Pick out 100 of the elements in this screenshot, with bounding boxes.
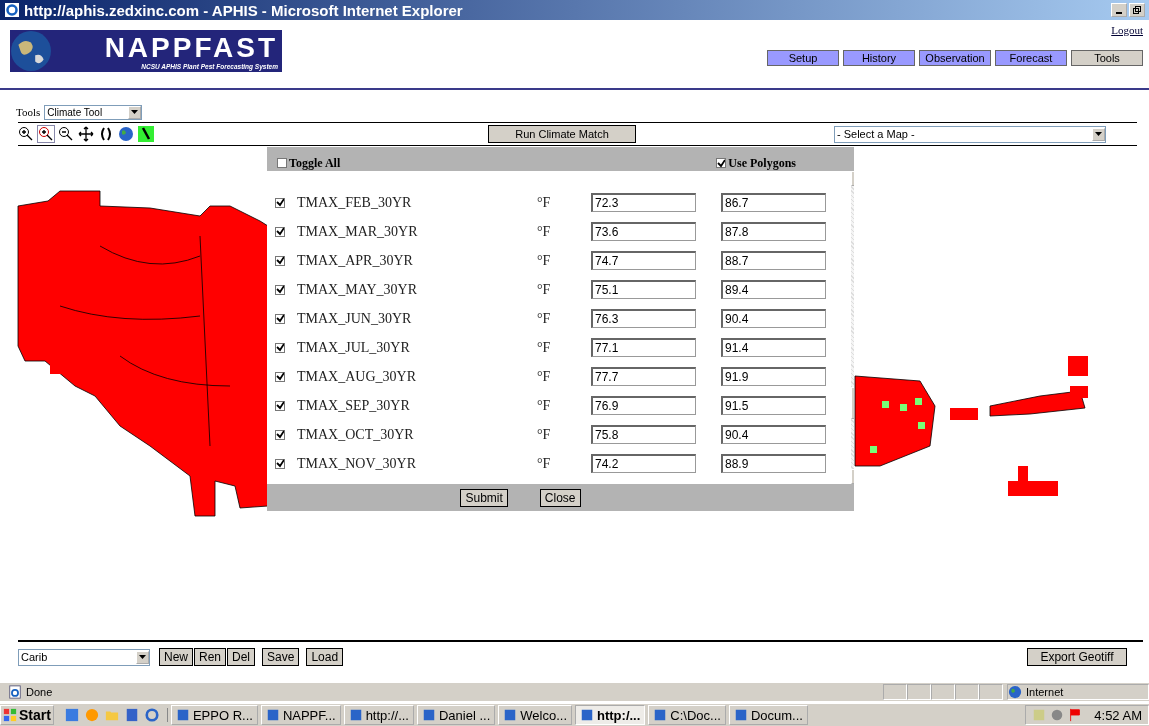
- variable-checkbox[interactable]: [275, 226, 285, 237]
- nav-tab[interactable]: Setup: [767, 50, 839, 66]
- export-geotiff-button[interactable]: Export Geotiff: [1027, 648, 1127, 666]
- min-value-field[interactable]: 77.7: [591, 367, 696, 386]
- region-action-button[interactable]: Save: [262, 648, 300, 666]
- zoom-out-icon[interactable]: [58, 126, 74, 142]
- min-value-field[interactable]: 77.1: [591, 338, 696, 357]
- document-icon[interactable]: [124, 708, 139, 722]
- dialog-button[interactable]: Close: [539, 488, 581, 507]
- nav-tab[interactable]: Tools: [1071, 50, 1143, 66]
- variable-name: TMAX_OCT_30YR: [297, 426, 415, 443]
- unit-label: °F: [537, 426, 552, 443]
- check-icon: [276, 343, 284, 352]
- max-value-field[interactable]: 88.9: [721, 454, 826, 473]
- check-icon: [276, 227, 284, 236]
- region-select[interactable]: Carib: [18, 648, 150, 666]
- globe-icon: [1008, 685, 1022, 699]
- minimize-button[interactable]: [1111, 3, 1127, 17]
- restore-icon: [1133, 6, 1141, 14]
- browser-icon: [4, 2, 20, 18]
- window-icon: [265, 708, 280, 722]
- window-icon: [175, 708, 190, 722]
- check-icon: [276, 459, 284, 468]
- variable-checkbox[interactable]: [275, 371, 285, 382]
- taskbar-item[interactable]: C:\Doc...: [648, 705, 726, 725]
- window-icon: [348, 708, 363, 722]
- zoom-box-icon[interactable]: [38, 126, 54, 142]
- restore-button[interactable]: [1129, 3, 1145, 17]
- max-value-field[interactable]: 87.8: [721, 222, 826, 241]
- min-value-field[interactable]: 75.1: [591, 280, 696, 299]
- clock: 4:52 AM: [1094, 707, 1142, 723]
- globe-icon[interactable]: [118, 126, 134, 142]
- min-value-field[interactable]: 74.7: [591, 251, 696, 270]
- variable-checkbox[interactable]: [275, 284, 285, 295]
- min-value-field[interactable]: 75.8: [591, 425, 696, 444]
- check-icon: [276, 285, 284, 294]
- taskbar-item[interactable]: http://...: [343, 705, 414, 725]
- zone-text: Internet: [1026, 686, 1064, 698]
- check-icon: [276, 430, 284, 439]
- variable-checkbox[interactable]: [275, 255, 285, 266]
- max-value-field[interactable]: 86.7: [721, 193, 826, 212]
- taskbar-item[interactable]: Welco...: [498, 705, 572, 725]
- map-select[interactable]: - Select a Map -: [834, 125, 1106, 143]
- taskbar-item[interactable]: EPPO R...: [170, 705, 258, 725]
- app-icon[interactable]: [64, 708, 79, 722]
- max-value-field[interactable]: 90.4: [721, 309, 826, 328]
- min-value-field[interactable]: 72.3: [591, 193, 696, 212]
- nav-tab[interactable]: History: [843, 50, 915, 66]
- variable-checkbox[interactable]: [275, 458, 285, 469]
- nav-tab[interactable]: Forecast: [995, 50, 1067, 66]
- variable-checkbox[interactable]: [275, 429, 285, 440]
- min-value-field[interactable]: 74.2: [591, 454, 696, 473]
- unit-label: °F: [537, 252, 552, 269]
- unit-label: °F: [537, 310, 552, 327]
- check-icon: [276, 198, 284, 207]
- variable-checkbox[interactable]: [275, 400, 285, 411]
- region-action-button[interactable]: Del: [227, 648, 256, 666]
- tool-select[interactable]: Climate Tool: [44, 104, 143, 120]
- dialog-button[interactable]: Submit: [460, 488, 508, 507]
- taskbar-item[interactable]: Docum...: [728, 705, 808, 725]
- variable-checkbox[interactable]: [275, 313, 285, 324]
- variable-checkbox[interactable]: [275, 342, 285, 353]
- unit-label: °F: [537, 281, 552, 298]
- globe-icon: [10, 30, 52, 72]
- variable-checkbox[interactable]: [275, 197, 285, 208]
- toggle-all-checkbox[interactable]: Toggle All: [277, 155, 341, 171]
- pencil-icon[interactable]: [138, 126, 154, 142]
- use-polygons-checkbox[interactable]: Use Polygons: [716, 155, 796, 171]
- max-value-field[interactable]: 91.5: [721, 396, 826, 415]
- logout-link[interactable]: Logout: [1111, 24, 1143, 36]
- pan-icon[interactable]: [78, 126, 94, 142]
- max-value-field[interactable]: 89.4: [721, 280, 826, 299]
- status-text: Done: [26, 686, 54, 698]
- taskbar-item[interactable]: Daniel ...: [417, 705, 496, 725]
- region-action-button[interactable]: New: [159, 648, 193, 666]
- flag-icon[interactable]: [1068, 708, 1083, 722]
- refresh-icon[interactable]: [98, 126, 114, 142]
- window-icon: [422, 708, 436, 722]
- max-value-field[interactable]: 91.4: [721, 338, 826, 357]
- min-value-field[interactable]: 73.6: [591, 222, 696, 241]
- start-button[interactable]: Start: [0, 705, 54, 725]
- zoom-in-icon[interactable]: [18, 126, 34, 142]
- caret-icon: [1095, 132, 1102, 136]
- run-climate-match-button[interactable]: Run Climate Match: [488, 125, 636, 143]
- max-value-field[interactable]: 91.9: [721, 367, 826, 386]
- browser-icon[interactable]: [144, 708, 159, 722]
- check-icon: [276, 401, 284, 410]
- taskbar-item[interactable]: http:/...: [575, 705, 646, 725]
- max-value-field[interactable]: 90.4: [721, 425, 826, 444]
- region-action-button[interactable]: Ren: [194, 648, 227, 666]
- unit-label: °F: [537, 223, 552, 240]
- min-value-field[interactable]: 76.9: [591, 396, 696, 415]
- max-value-field[interactable]: 88.7: [721, 251, 826, 270]
- region-action-button[interactable]: Load: [306, 648, 344, 666]
- nav-tab[interactable]: Observation: [919, 50, 991, 66]
- check-icon: [276, 372, 284, 381]
- min-value-field[interactable]: 76.3: [591, 309, 696, 328]
- window-title: http://aphis.zedxinc.com - APHIS - Microsoft Internet Explorer: [24, 1, 464, 19]
- taskbar-item[interactable]: NAPPF...: [260, 705, 341, 725]
- check-icon: [276, 256, 284, 265]
